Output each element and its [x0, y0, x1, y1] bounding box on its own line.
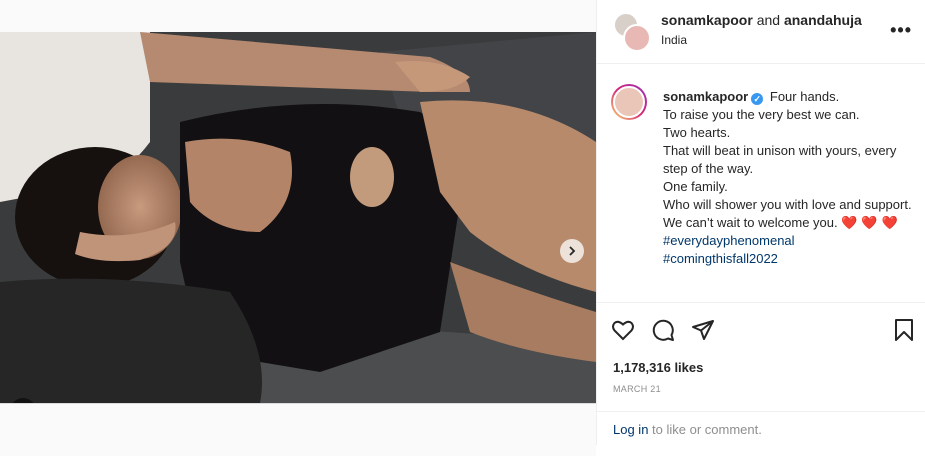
heart-icon[interactable] [611, 318, 635, 342]
top-strip [0, 0, 596, 33]
next-photo-button[interactable] [560, 239, 584, 263]
share-icon[interactable] [691, 318, 715, 342]
more-options-button[interactable]: ••• [890, 20, 912, 41]
comment-icon[interactable] [651, 318, 675, 342]
post-caption: sonamkapoor ✓ Four hands. To raise you th… [597, 64, 925, 303]
hearts-emoji: ❤️❤️❤️ [841, 215, 902, 230]
photo-illustration [0, 32, 596, 403]
caption-line-last: We can’t wait to welcome you. ❤️❤️❤️ [663, 214, 919, 232]
login-prompt-text: to like or comment. [652, 422, 762, 437]
caption-line: Four hands. [769, 89, 840, 104]
post-actions [611, 318, 916, 342]
caption-avatar[interactable] [611, 84, 647, 120]
header-username-2[interactable]: anandahuja [784, 12, 862, 28]
caption-line: To raise you the very best we can. [663, 107, 860, 122]
post-date[interactable]: MARCH 21 [613, 384, 661, 394]
caption-username[interactable]: sonamkapoor [663, 89, 748, 104]
hashtag-link[interactable]: #comingthisfall2022 [663, 250, 919, 268]
collab-avatars[interactable] [613, 12, 651, 52]
post-header: sonamkapoor and anandahuja India ••• [597, 0, 925, 64]
caption-line: Who will shower you with love and suppor… [663, 197, 912, 212]
caption-line: One family. [663, 179, 728, 194]
caption-line: That will beat in unison with yours, eve… [663, 143, 897, 176]
caption-text: sonamkapoor ✓ Four hands. To raise you th… [663, 88, 919, 268]
header-username-1[interactable]: sonamkapoor [661, 12, 753, 28]
post-location[interactable]: India [661, 33, 687, 47]
header-usernames: sonamkapoor and anandahuja [661, 12, 862, 28]
post-photo[interactable] [0, 32, 596, 403]
login-link[interactable]: Log in [613, 422, 648, 437]
bookmark-icon[interactable] [892, 318, 916, 342]
header-connector: and [756, 12, 781, 28]
avatar-sonamkapoor[interactable] [623, 24, 651, 52]
caption-line: Two hearts. [663, 125, 731, 140]
likes-count[interactable]: 1,178,316 likes [613, 360, 703, 375]
hashtag-link[interactable]: #everydayphenomenal [663, 232, 919, 250]
caption-line: We can’t wait to welcome you. [663, 215, 838, 230]
chevron-right-icon [569, 246, 576, 256]
login-prompt: Log in to like or comment. [613, 422, 762, 437]
bottom-strip [0, 403, 596, 456]
post-side-panel: sonamkapoor and anandahuja India ••• son… [596, 0, 925, 445]
comment-bar: Log in to like or comment. [597, 411, 925, 446]
verified-badge-icon: ✓ [751, 93, 764, 105]
